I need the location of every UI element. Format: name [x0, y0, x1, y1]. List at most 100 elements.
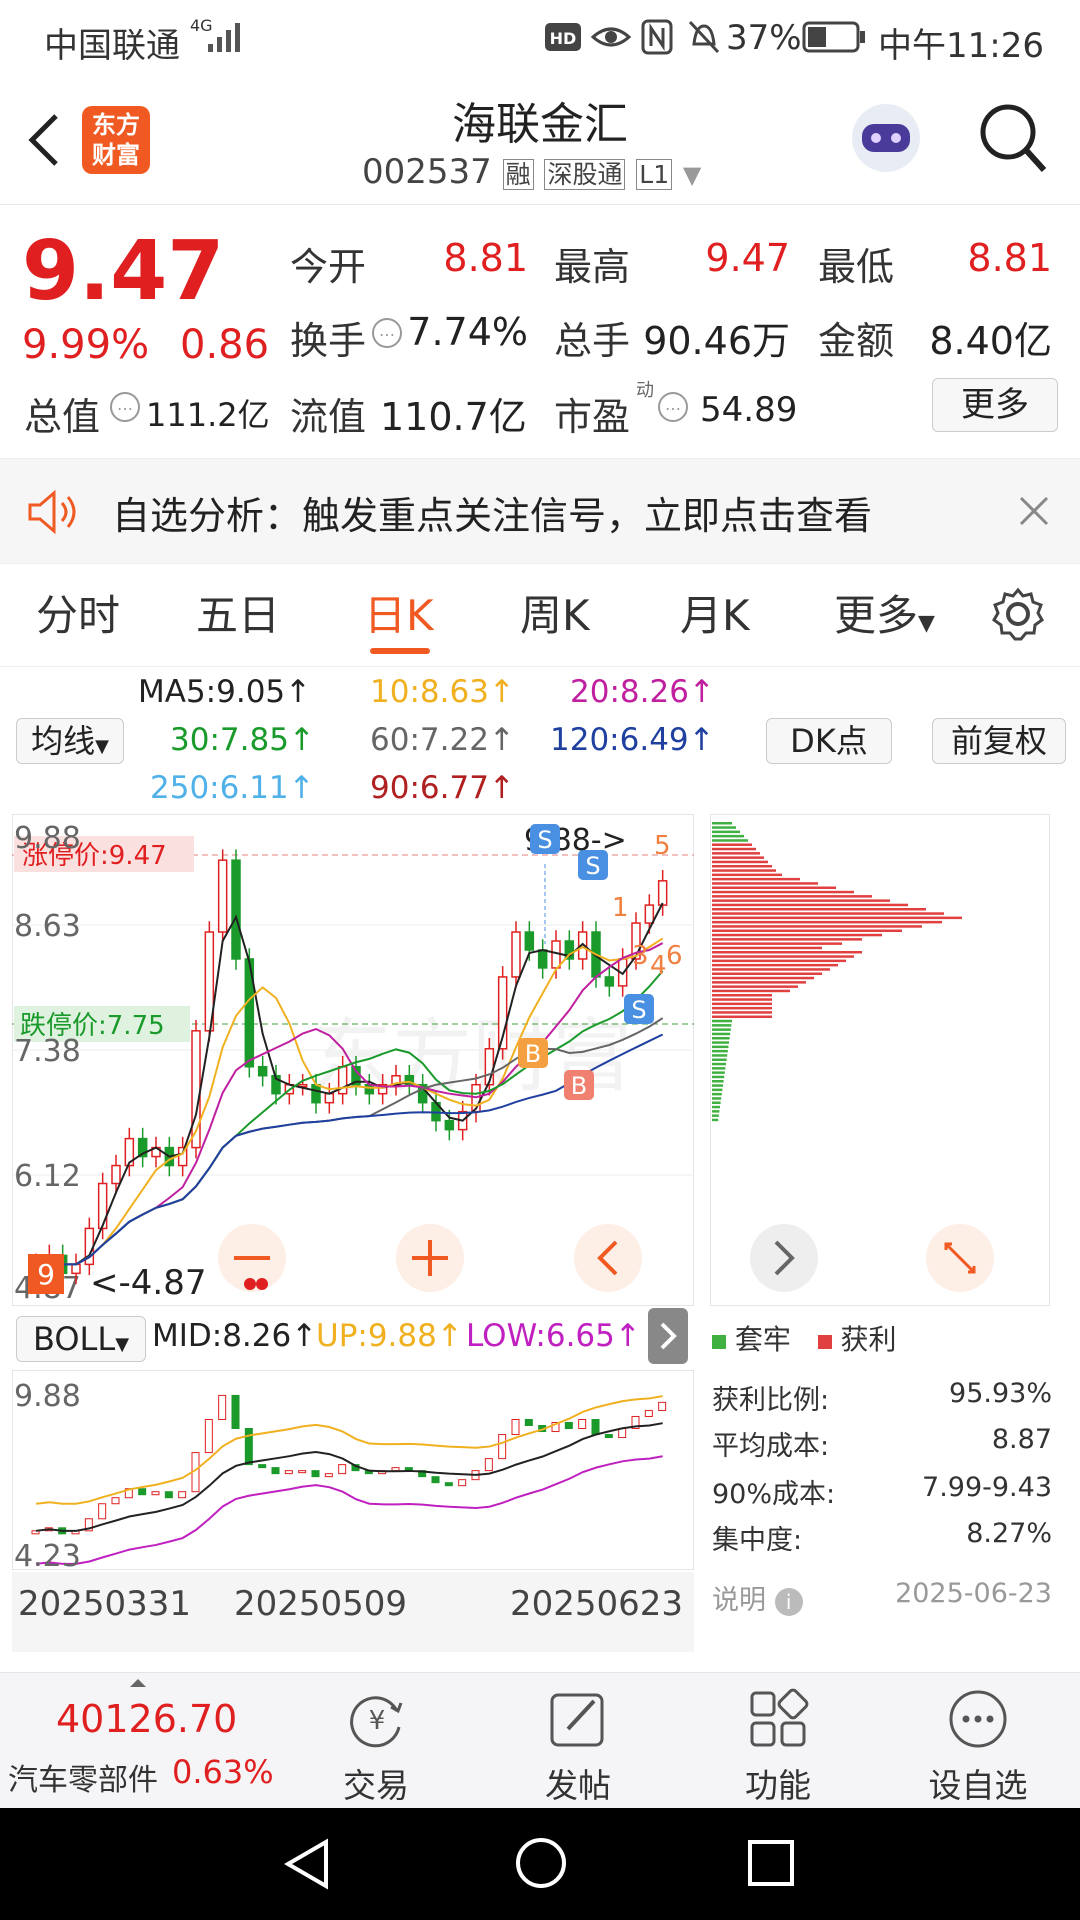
info-icon: i — [774, 1588, 803, 1616]
badge-l1: L1 — [636, 159, 673, 190]
stock-code: 002537 融 深股通 L1 ▼ — [362, 152, 701, 192]
info-icon[interactable]: … — [658, 392, 688, 422]
hd-icon: HD — [545, 23, 581, 51]
boll-y-bottom: 4.23 — [14, 1539, 81, 1570]
chip-bar — [712, 1011, 772, 1014]
tab-monthly-k[interactable]: 月K — [680, 582, 750, 643]
system-nav-bar — [0, 1808, 1080, 1920]
trade-icon[interactable]: ¥ — [345, 1687, 409, 1751]
chip-bar — [712, 989, 790, 993]
kline-chart[interactable]: 东方财富 涨停价:9.47 跌停价:7.75 9.88 8.63 7.38 6.… — [12, 814, 694, 1306]
marker-num: 4 — [650, 951, 667, 981]
settings-gear-icon[interactable] — [990, 586, 1046, 642]
tab-intraday[interactable]: 分时 — [36, 582, 120, 643]
tab-five-day[interactable]: 五日 — [196, 582, 280, 643]
function-icon[interactable] — [746, 1687, 810, 1751]
candle — [537, 949, 548, 969]
more-dots-icon[interactable] — [946, 1687, 1010, 1751]
open-label: 今开 — [290, 245, 367, 289]
chip-bar — [712, 1080, 724, 1083]
nav-post[interactable]: 发帖 — [518, 1759, 638, 1807]
chip-bar — [712, 1015, 772, 1018]
float-value-label: 流值 — [290, 395, 367, 439]
recents-square-icon[interactable] — [746, 1838, 796, 1888]
stat-label: 集中度: — [712, 1525, 803, 1556]
amount-value: 8.40亿 — [929, 319, 1052, 363]
nav-function[interactable]: 功能 — [718, 1759, 838, 1807]
home-circle-icon[interactable] — [514, 1836, 568, 1890]
boll-candle — [324, 1473, 333, 1478]
chip-bar — [712, 1024, 732, 1027]
date-label: 20250623 — [510, 1584, 684, 1624]
close-icon[interactable] — [1018, 495, 1050, 527]
tab-more[interactable]: 更多▼ — [834, 582, 935, 643]
chip-bar — [712, 951, 862, 954]
ma90-value: 90:6.77↑ — [370, 770, 515, 806]
boll-candle — [564, 1421, 573, 1430]
chip-bar — [712, 886, 836, 889]
indicator-next-button[interactable] — [648, 1308, 688, 1364]
boll-low: LOW:6.65↑ — [466, 1318, 641, 1354]
chip-bar — [712, 994, 772, 997]
boll-candle — [391, 1467, 400, 1472]
chip-bar — [712, 929, 902, 932]
index-value[interactable]: 40126.70 — [56, 1697, 237, 1741]
y-label-4: 6.12 — [14, 1159, 81, 1194]
dk-button[interactable]: DK点 — [766, 718, 892, 764]
date-axis: 20250331 20250509 20250623 — [12, 1572, 694, 1652]
svg-text:HD: HD — [550, 29, 577, 48]
chip-bar — [712, 1092, 722, 1096]
adjust-button[interactable]: 前复权 — [932, 718, 1066, 764]
boll-candle — [284, 1470, 293, 1475]
notice-bar[interactable]: 自选分析：触发重点关注信号，立即点击查看 — [0, 458, 1080, 564]
indicator-selector-label: BOLL — [32, 1320, 116, 1358]
candle — [111, 1164, 121, 1185]
boll-y-top: 9.88 — [14, 1379, 81, 1414]
chip-bar — [712, 1118, 719, 1122]
caret-down-icon: ▼ — [95, 736, 109, 757]
back-triangle-icon[interactable] — [282, 1838, 332, 1890]
nav-trade[interactable]: 交易 — [316, 1759, 436, 1807]
chip-bar — [712, 1062, 726, 1066]
chip-note[interactable]: 说明 i — [712, 1578, 803, 1617]
tab-more-label: 更多 — [834, 591, 919, 640]
boll-candle — [511, 1418, 520, 1436]
robot-avatar-icon[interactable] — [846, 98, 926, 178]
nav-add-watchlist[interactable]: 设自选 — [918, 1759, 1038, 1807]
boll-candle — [604, 1434, 613, 1439]
chip-bar — [712, 920, 942, 924]
volume-label: 总手 — [554, 319, 631, 363]
ma250-value: 250:6.11↑ — [150, 770, 315, 806]
marker-s: S — [537, 826, 552, 854]
badge-margin: 融 — [502, 159, 534, 190]
chip-bar — [712, 981, 806, 984]
post-icon[interactable] — [546, 1687, 610, 1751]
mute-icon — [688, 20, 720, 54]
ma-selector[interactable]: 均线▼ — [16, 718, 124, 764]
dropdown-icon[interactable]: ▼ — [683, 161, 701, 189]
badge-sgt: 深股通 — [544, 159, 626, 190]
speaker-icon — [28, 489, 76, 535]
chip-bar — [712, 908, 926, 911]
stat-label: 获利比例: — [712, 1385, 830, 1416]
chip-distribution-chart[interactable] — [710, 814, 1050, 1306]
tab-weekly-k[interactable]: 周K — [520, 582, 590, 643]
search-icon[interactable] — [976, 100, 1048, 176]
legend-profit-label: 获利 — [840, 1323, 897, 1356]
tab-daily-k[interactable]: 日K — [364, 582, 434, 643]
more-button[interactable]: 更多 — [932, 378, 1058, 432]
info-icon[interactable]: … — [372, 318, 402, 348]
candle — [657, 880, 668, 906]
chip-bar — [712, 830, 740, 834]
info-icon[interactable]: … — [110, 392, 140, 422]
caret-down-icon: ▼ — [918, 611, 935, 636]
sector-name[interactable]: 汽车零部件 — [8, 1755, 158, 1799]
stat-value: 7.99-9.43 — [922, 1472, 1052, 1503]
chip-bar — [712, 1054, 728, 1057]
chip-bar — [712, 860, 768, 864]
boll-chart[interactable]: 9.88 4.23 — [12, 1370, 694, 1570]
candle — [97, 1182, 108, 1230]
caret-down-icon: ▼ — [115, 1334, 130, 1355]
nfc-icon — [641, 19, 673, 55]
indicator-selector[interactable]: BOLL▼ — [16, 1316, 146, 1362]
